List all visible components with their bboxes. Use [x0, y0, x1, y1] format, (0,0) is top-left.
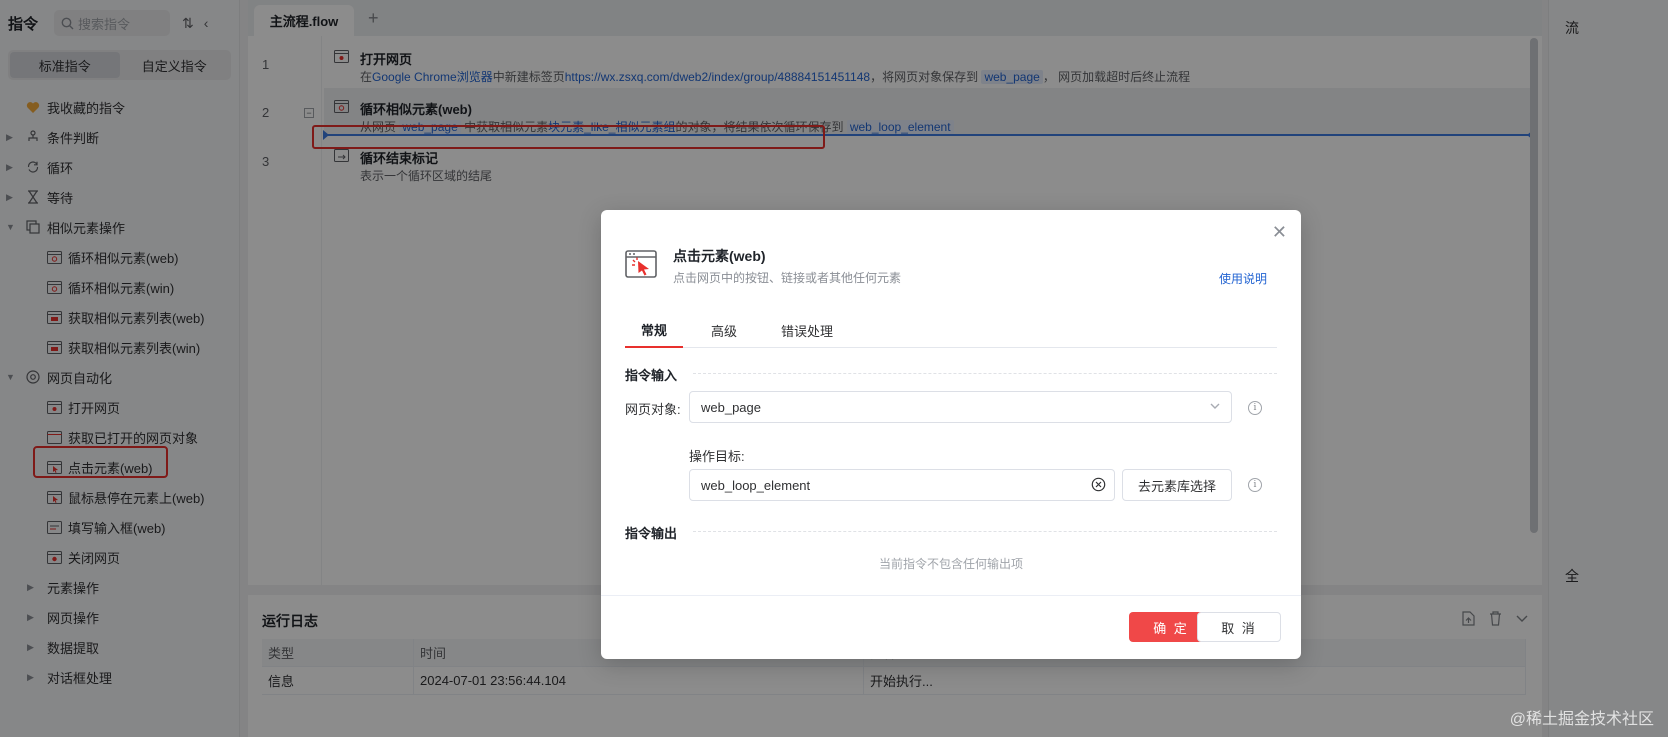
- dialog-tabs: 常规 高级 错误处理: [625, 312, 1277, 348]
- help-link[interactable]: 使用说明: [1219, 270, 1267, 287]
- cancel-button[interactable]: 取 消: [1197, 612, 1281, 642]
- web-object-value: web_page: [701, 399, 761, 415]
- dialog-footer: 确 定 取 消: [601, 595, 1301, 659]
- target-value: web_loop_element: [701, 477, 811, 493]
- click-element-dialog: ✕ 点击元素(web) 点击网页中的按钮、链接或者其他任何元素 使用说明 常规 …: [601, 210, 1301, 659]
- dialog-title: 点击元素(web): [673, 248, 766, 264]
- empty-output-text: 当前指令不包含任何输出项: [878, 557, 1023, 571]
- chevron-down-icon: [1209, 400, 1221, 415]
- clear-icon[interactable]: [1091, 477, 1106, 495]
- tab-general[interactable]: 常规: [625, 312, 684, 348]
- element-library-button[interactable]: 去元素库选择: [1122, 469, 1232, 501]
- close-icon[interactable]: ✕: [1272, 222, 1287, 243]
- dialog-subtitle: 点击网页中的按钮、链接或者其他任何元素: [673, 271, 902, 285]
- tab-advanced[interactable]: 高级: [695, 312, 753, 348]
- input-section-title: 指令输入: [625, 368, 678, 383]
- info-icon[interactable]: i: [1248, 478, 1262, 492]
- web-object-select[interactable]: web_page: [689, 391, 1232, 423]
- web-object-label: 网页对象:: [625, 402, 681, 417]
- target-input[interactable]: web_loop_element: [689, 469, 1115, 501]
- click-element-icon: [625, 250, 657, 281]
- watermark: @稀土掘金技术社区: [1509, 711, 1654, 728]
- section-divider: [693, 373, 1277, 374]
- section-divider: [693, 531, 1277, 532]
- info-icon[interactable]: i: [1248, 401, 1262, 415]
- tab-error-handling[interactable]: 错误处理: [765, 312, 849, 348]
- target-label: 操作目标:: [689, 449, 745, 464]
- output-section-title: 指令输出: [625, 526, 678, 541]
